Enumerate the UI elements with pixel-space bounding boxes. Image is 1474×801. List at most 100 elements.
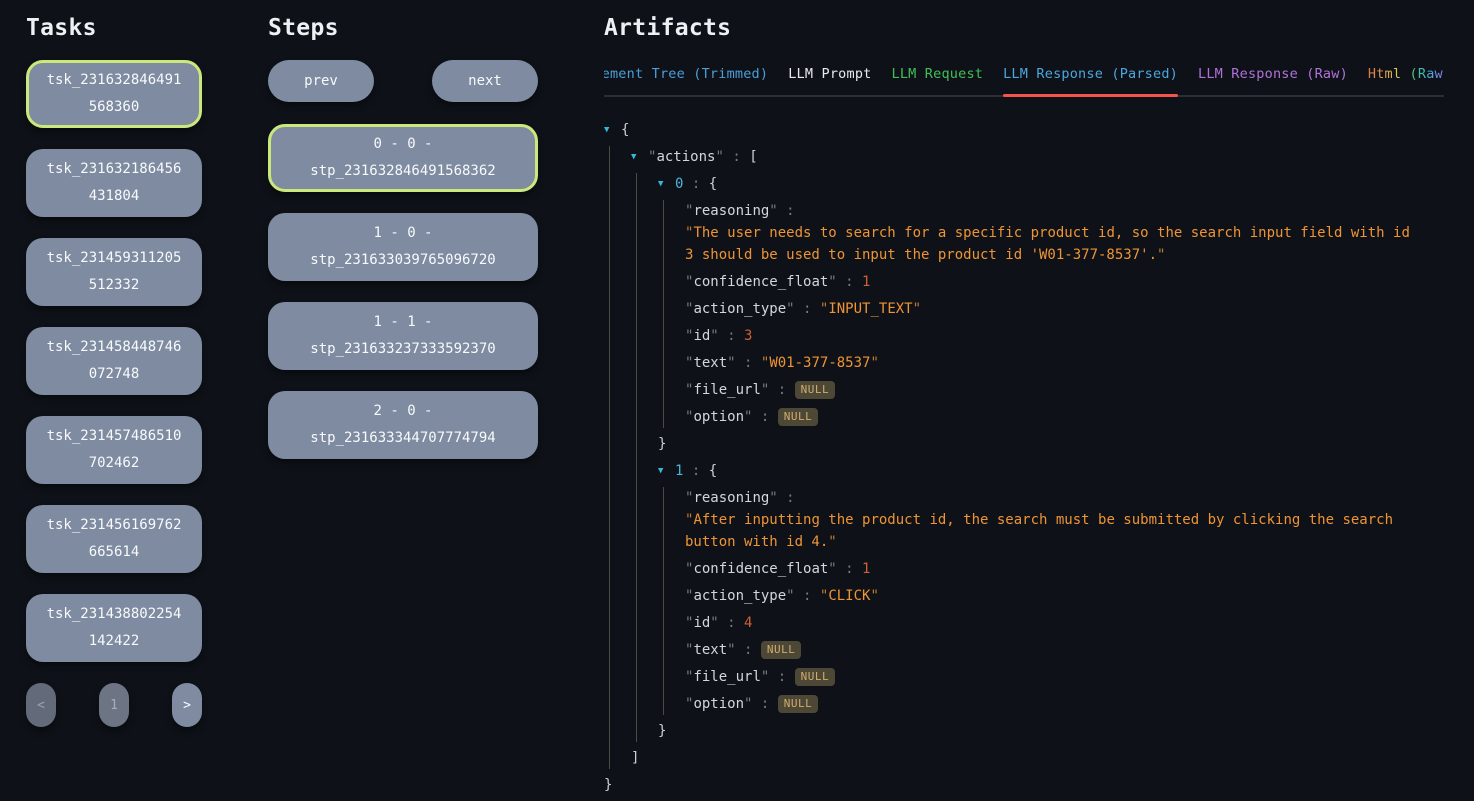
artifacts-panel: Artifacts Element Tree (Trimmed) LLM Prom… [604,12,1444,801]
json-key: text [693,642,727,658]
null-badge: NULL [795,668,836,686]
tab-llm-response-raw[interactable]: LLM Response (Raw) [1198,60,1348,95]
json-string-value: CLICK [828,588,870,604]
json-property: "text" : "W01-377-8537" [685,352,1444,374]
step-list: 0 - 0 - stp_231632846491568362 1 - 0 - st… [268,124,538,459]
artifact-tabs-wrap: Element Tree (Trimmed) LLM Prompt LLM Requ… [604,60,1444,97]
json-key: action_type [693,588,786,604]
json-property: "action_type" : "INPUT_TEXT" [685,298,1444,320]
artifact-tab-strip: Element Tree (Trimmed) LLM Prompt LLM Requ… [604,60,1444,97]
json-key: confidence_float [693,561,828,577]
json-property: "file_url" : NULL [685,379,1444,401]
json-key: confidence_float [693,274,828,290]
task-button[interactable]: tsk_231459311205512332 [26,238,202,306]
json-string-value: W01-377-8537 [769,355,870,371]
json-property: "option" : NULL [685,693,1444,715]
collapse-arrow-icon[interactable]: ▼ [604,119,614,141]
json-number-value: 1 [862,274,870,290]
collapse-arrow-icon[interactable]: ▼ [658,173,668,195]
step-button[interactable]: 0 - 0 - stp_231632846491568362 [268,124,538,192]
step-button[interactable]: 1 - 1 - stp_231633237333592370 [268,302,538,370]
json-key: reasoning [693,490,769,506]
task-button[interactable]: tsk_231458448746072748 [26,327,202,395]
task-button[interactable]: tsk_231632846491568360 [26,60,202,128]
json-key: option [693,409,744,425]
json-property: "id" : 4 [685,612,1444,634]
json-key: text [693,355,727,371]
tab-label: Element Tree (Trimmed) [604,66,768,82]
tasks-page-number-button[interactable]: 1 [99,683,129,727]
json-key: actions [656,149,715,165]
json-property: "confidence_float" : 1 [685,558,1444,580]
tab-label: LLM Prompt [788,66,871,82]
json-string-value: "After inputting the product id, the sea… [685,509,1415,553]
json-open-row: ▼0 : { [658,173,1444,195]
tab-label: LLM Response (Parsed) [1003,66,1178,82]
json-number-value: 3 [744,328,752,344]
json-property: "reasoning" : "The user needs to search … [685,200,1444,266]
step-nav: prev next [268,60,538,102]
tasks-title: Tasks [26,12,202,44]
json-key: file_url [693,382,760,398]
tab-llm-response-parsed[interactable]: LLM Response (Parsed) [1003,60,1178,95]
null-badge: NULL [795,381,836,399]
json-property: "action_type" : "CLICK" [685,585,1444,607]
tasks-pagination: < 1 > [26,683,202,727]
tab-label: LLM Response (Raw) [1198,66,1348,82]
json-tree-viewer: ▼{ ▼"actions" : [ ▼0 : { "reasoning" : "The… [604,119,1444,796]
json-number-value: 1 [862,561,870,577]
task-button[interactable]: tsk_231632186456431804 [26,149,202,217]
steps-panel: Steps prev next 0 - 0 - stp_231632846491… [268,12,538,480]
tasks-next-page-button[interactable]: > [172,683,202,727]
json-close-row: } [658,720,1444,742]
prev-step-button[interactable]: prev [268,60,374,102]
null-badge: NULL [778,695,819,713]
json-children: "reasoning" : "The user needs to search … [663,200,1444,428]
json-close-row: } [604,774,1444,796]
json-children: ▼"actions" : [ ▼0 : { "reasoning" : "The u… [609,146,1444,769]
json-close-row: ] [631,747,1444,769]
json-key: file_url [693,669,760,685]
json-key: reasoning [693,203,769,219]
tab-label: LLM Request [892,66,984,82]
json-open-row: ▼1 : { [658,460,1444,482]
tab-label: Html (Raw) [1368,66,1444,82]
json-property: "file_url" : NULL [685,666,1444,688]
json-open-row: ▼{ [604,119,1444,141]
collapse-arrow-icon[interactable]: ▼ [631,146,641,168]
json-children: ▼0 : { "reasoning" : "The user needs to s… [636,173,1444,742]
artifacts-title: Artifacts [604,12,1444,44]
null-badge: NULL [778,408,819,426]
tab-element-tree-trimmed[interactable]: Element Tree (Trimmed) [604,60,768,95]
json-key: option [693,696,744,712]
step-button[interactable]: 2 - 0 - stp_231633344707774794 [268,391,538,459]
json-string-value: INPUT_TEXT [828,301,912,317]
json-close-row: } [658,433,1444,455]
step-button[interactable]: 1 - 0 - stp_231633039765096720 [268,213,538,281]
json-open-row: ▼"actions" : [ [631,146,1444,168]
json-property: "text" : NULL [685,639,1444,661]
json-property: "id" : 3 [685,325,1444,347]
tab-html-raw[interactable]: Html (Raw) [1368,60,1444,95]
tab-llm-prompt[interactable]: LLM Prompt [788,60,871,95]
json-string-value: "The user needs to search for a specific… [685,222,1415,266]
json-key: id [693,328,710,344]
json-property: "confidence_float" : 1 [685,271,1444,293]
task-button[interactable]: tsk_231457486510702462 [26,416,202,484]
task-list: tsk_231632846491568360 tsk_23163218645643… [26,60,202,662]
null-badge: NULL [761,641,802,659]
json-number-value: 4 [744,615,752,631]
json-property: "reasoning" : "After inputting the produ… [685,487,1444,553]
task-button[interactable]: tsk_231456169762665614 [26,505,202,573]
json-children: "reasoning" : "After inputting the produ… [663,487,1444,715]
task-button[interactable]: tsk_231438802254142422 [26,594,202,662]
steps-title: Steps [268,12,538,44]
json-key: action_type [693,301,786,317]
tasks-prev-page-button[interactable]: < [26,683,56,727]
tab-llm-request[interactable]: LLM Request [892,60,984,95]
next-step-button[interactable]: next [432,60,538,102]
json-property: "option" : NULL [685,406,1444,428]
json-key: id [693,615,710,631]
collapse-arrow-icon[interactable]: ▼ [658,460,668,482]
tasks-panel: Tasks tsk_231632846491568360 tsk_23163218… [26,12,202,727]
